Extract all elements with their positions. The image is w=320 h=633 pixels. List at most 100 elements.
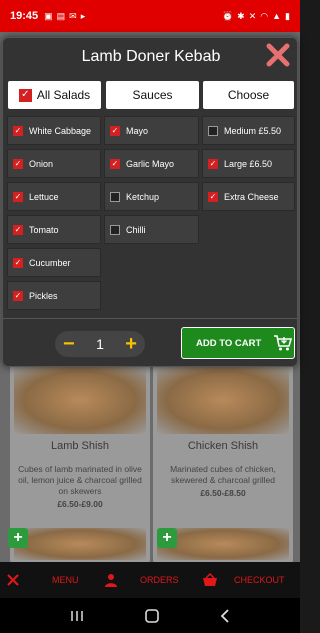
option-chilli[interactable]: Chilli [104, 215, 199, 244]
option-label: Onion [29, 158, 54, 169]
notification-icons: ▣ ▤ ✉ ▸ [44, 11, 85, 22]
back-icon[interactable] [219, 608, 231, 624]
checkbox-checked-icon[interactable] [110, 125, 120, 136]
system-nav-bar [0, 598, 300, 633]
alarm-icon: ⏰ [221, 10, 234, 21]
column-label: All Salads [36, 88, 91, 102]
option-label: Tomato [29, 224, 59, 235]
checkbox-checked-icon[interactable] [18, 88, 32, 102]
option-white-cabbage[interactable]: White Cabbage [7, 116, 101, 145]
checkbox-checked-icon[interactable] [13, 290, 23, 301]
option-lettuce[interactable]: Lettuce [7, 182, 101, 211]
modal-footer: − 1 + ADD TO CART [3, 318, 297, 366]
cart-icon [274, 335, 293, 351]
option-label: Lettuce [29, 191, 59, 202]
checkbox-checked-icon[interactable] [13, 125, 23, 136]
nav-checkout-label: CHECKOUT [234, 575, 285, 585]
bottom-nav: MENU ORDERS CHECKOUT [0, 562, 300, 598]
checkbox-checked-icon[interactable] [13, 257, 23, 268]
column-label: Sauces [132, 88, 173, 102]
minus-button[interactable]: − [63, 334, 75, 354]
sauces-button[interactable]: Sauces [106, 81, 199, 109]
option-label: Extra Cheese [224, 191, 279, 202]
option-tomato[interactable]: Tomato [7, 215, 101, 244]
option-ketchup[interactable]: Ketchup [104, 182, 199, 211]
bluetooth-icon: ✱ [237, 10, 245, 21]
menu-item-title: Chicken Shish [187, 440, 259, 452]
checkbox-checked-icon[interactable] [13, 158, 23, 169]
checkbox-unchecked-icon[interactable] [110, 191, 120, 202]
add-plus-icon[interactable]: + [157, 528, 177, 548]
system-icons: ⏰ ✱ ✕ ◠ ▲ ▮ [222, 11, 290, 22]
checkbox-checked-icon[interactable] [110, 158, 120, 169]
option-extra-cheese[interactable]: Extra Cheese [202, 182, 295, 211]
food-image [14, 528, 146, 560]
option-onion[interactable]: Onion [7, 149, 101, 178]
add-plus-icon[interactable]: + [8, 528, 28, 548]
checkbox-checked-icon[interactable] [13, 224, 23, 235]
option-garlic-mayo[interactable]: Garlic Mayo [104, 149, 199, 178]
gallery-icon: ▣ [44, 10, 53, 21]
menu-item-description: Cubes of lamb marinated in olive oil, le… [18, 464, 142, 496]
recent-apps-icon[interactable] [69, 609, 85, 623]
option-label: Chilli [126, 224, 146, 235]
close-icon[interactable] [265, 42, 291, 68]
utensils-icon [7, 574, 19, 586]
mail-icon: ✉ [69, 10, 77, 21]
image-icon: ▤ [56, 10, 66, 21]
quantity-stepper: − 1 + [55, 331, 145, 357]
battery-icon: ▮ [285, 10, 290, 21]
product-options-modal: Lamb Doner Kebab All Salads Sauces Choos… [2, 37, 298, 367]
checkbox-unchecked-icon[interactable] [110, 224, 120, 235]
option-large[interactable]: Large £6.50 [202, 149, 295, 178]
option-label: Garlic Mayo [126, 158, 175, 169]
option-label: Pickles [29, 290, 58, 301]
quantity-value: 1 [96, 336, 104, 352]
checkbox-unchecked-icon[interactable] [208, 125, 218, 136]
option-pickles[interactable]: Pickles [7, 281, 101, 310]
menu-card-chicken-shish[interactable]: Chicken Shish Marinated cubes of chicken… [153, 362, 293, 544]
menu-item-description: Marinated cubes of chicken, skewered & c… [170, 464, 276, 485]
wifi-icon: ◠ [260, 10, 269, 21]
status-bar: 19:45 ▣ ▤ ✉ ▸ ⏰ ✱ ✕ ◠ ▲ ▮ [0, 0, 300, 32]
plus-button[interactable]: + [125, 334, 137, 354]
option-label: White Cabbage [29, 125, 92, 136]
basket-icon [203, 573, 217, 586]
menu-item-title: Lamb Shish [50, 440, 110, 452]
option-label: Medium £5.50 [224, 125, 282, 136]
nav-checkout[interactable]: CHECKOUT [202, 562, 285, 598]
option-label: Ketchup [126, 191, 160, 202]
menu-item-price: £6.50-£9.00 [57, 499, 103, 509]
option-label: Large £6.50 [224, 158, 273, 169]
play-icon: ▸ [80, 10, 86, 21]
nav-menu-icon[interactable] [6, 562, 20, 598]
option-label: Cucumber [29, 257, 71, 268]
signal-icon: ▲ [272, 10, 282, 21]
column-label: Choose [227, 88, 270, 102]
food-image [157, 366, 289, 434]
add-to-cart-button[interactable]: ADD TO CART [181, 327, 295, 359]
user-icon [105, 574, 117, 587]
menu-item-price: £6.50-£8.50 [200, 488, 246, 498]
status-time: 19:45 [10, 10, 39, 22]
nav-menu-label: MENU [52, 575, 79, 585]
modal-title: Lamb Doner Kebab [81, 48, 221, 65]
option-mayo[interactable]: Mayo [104, 116, 199, 145]
nav-orders-label: ORDERS [140, 575, 179, 585]
mute-icon: ✕ [248, 10, 257, 21]
food-image [14, 366, 146, 434]
checkbox-checked-icon[interactable] [208, 158, 218, 169]
nav-menu[interactable]: MENU [46, 562, 79, 598]
all-salads-button[interactable]: All Salads [8, 81, 101, 109]
option-cucumber[interactable]: Cucumber [7, 248, 101, 277]
checkbox-checked-icon[interactable] [208, 191, 218, 202]
menu-card[interactable] [10, 524, 150, 564]
option-medium[interactable]: Medium £5.50 [202, 116, 295, 145]
menu-card-lamb-shish[interactable]: Lamb Shish Cubes of lamb marinated in ol… [10, 362, 150, 544]
home-icon[interactable] [144, 608, 160, 624]
nav-orders[interactable]: ORDERS [104, 562, 179, 598]
choose-button[interactable]: Choose [203, 81, 294, 109]
checkbox-checked-icon[interactable] [13, 191, 23, 202]
add-to-cart-label: ADD TO CART [196, 337, 262, 349]
option-label: Mayo [126, 125, 149, 136]
